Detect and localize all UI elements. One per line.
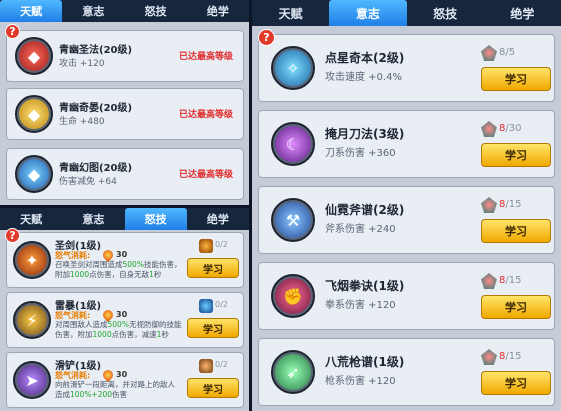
tab-will[interactable]: 意志 [62,0,124,22]
tab-rage[interactable]: 怒技 [124,208,187,230]
talent-name: 青幽圣法(20级) [59,45,133,56]
learn-button[interactable]: 学习 [481,143,551,167]
will-rune-icon [481,121,497,137]
slide-kick-icon: ➤ [13,361,51,399]
learn-button[interactable]: 学习 [187,378,239,398]
talent-desc: 生命 +480 [59,117,105,127]
learn-button[interactable]: 学习 [187,258,239,278]
thunder-storm-icon: ⚡ [13,301,51,339]
blue-gem-icon: ◆ [15,155,53,193]
rage-skill-panel: 天赋 意志 怒技 绝学 ? ✦ 圣剑(1级) 怒气消耗: 30 召唤圣剑对周围造… [0,208,249,411]
skill-name: 仙霓斧谱(2级) [325,203,405,217]
tab-talent[interactable]: 天赋 [0,0,63,22]
skill-desc: 斧系伤害 +240 [325,224,396,235]
tab-unique[interactable]: 绝学 [187,208,249,230]
fist-icon: ✊ [271,274,315,318]
rage-skill-card: ➤ 滑铲(1级) 怒气消耗: 30 向前滑铲一段距离，并对路上的敌人 造成100%… [6,352,244,408]
tab-talent[interactable]: 天赋 [252,0,329,26]
will-skill-card: ☾ 掩月刀法(3级) 刀系伤害 +360 8/30 学习 [258,110,555,178]
skill-desc: 刀系伤害 +360 [325,148,396,159]
max-level-label: 已达最高等级 [179,110,234,120]
rune-icon [199,299,213,313]
skill-desc: 枪系伤害 +120 [325,376,396,387]
will-rune-icon [481,45,497,61]
skill-desc: 拳系伤害 +120 [325,300,396,311]
will-skill-card: ➶ 八荒枪谱(1级) 枪系伤害 +120 8/15 学习 [258,338,555,406]
talent-name: 青幽幻图(20级) [59,163,133,174]
tab-rage[interactable]: 怒技 [125,0,187,22]
tab-bar: 天赋 意志 怒技 绝学 [0,208,249,230]
skill-cost: 8/15 [499,199,522,210]
talent-desc: 攻击 +120 [59,59,105,69]
skill-desc: 向前滑铲一段距离，并对路上的敌人 造成100%+200伤害 [55,380,175,399]
skill-cost: 0/2 [215,360,228,369]
will-skill-card: ✧ 点星奇本(2级) 攻击速度 +0.4% 8/5 学习 [258,34,555,102]
tab-will[interactable]: 意志 [329,0,407,26]
learn-button[interactable]: 学习 [187,318,239,338]
help-icon[interactable]: ? [5,24,20,39]
tab-unique[interactable]: 绝学 [484,0,561,26]
will-skill-card: ⚒ 仙霓斧谱(2级) 斧系伤害 +240 8/15 学习 [258,186,555,254]
learn-button[interactable]: 学习 [481,371,551,395]
talent-name: 青幽奇晏(20级) [59,103,133,114]
tab-talent[interactable]: 天赋 [0,208,62,230]
learn-button[interactable]: 学习 [481,67,551,91]
skill-name: 飞烟拳诀(1级) [325,279,405,293]
skill-cost: 0/2 [215,240,228,249]
skill-cost: 8/15 [499,351,522,362]
talent-desc: 伤害减免 +64 [59,177,117,187]
learn-button[interactable]: 学习 [481,295,551,319]
will-rune-icon [481,197,497,213]
skill-desc: 攻击速度 +0.4% [325,72,402,83]
tab-unique[interactable]: 绝学 [187,0,249,22]
skill-name: 八荒枪谱(1级) [325,355,405,369]
star-book-icon: ✧ [271,46,315,90]
rage-cost-value: 30 [116,370,128,379]
skill-cost: 8/30 [499,123,522,134]
skill-cost: 0/2 [215,300,228,309]
moon-blade-icon: ☾ [271,122,315,166]
rage-cost-value: 30 [116,310,128,319]
tab-rage[interactable]: 怒技 [407,0,484,26]
tab-bar: 天赋 意志 怒技 绝学 [0,0,249,22]
rage-skill-card: ⚡ 雷暴(1级) 怒气消耗: 30 对周围敌人造成500%无视防御的技能伤害，附… [6,292,244,348]
gold-gem-icon: ◆ [15,95,53,133]
help-icon[interactable]: ? [258,29,275,46]
skill-name: 点星奇本(2级) [325,51,405,65]
talent-card: ◆ 青幽圣法(20级) 攻击 +120 已达最高等级 [6,30,244,82]
spear-icon: ➶ [271,350,315,394]
max-level-label: 已达最高等级 [179,52,234,62]
skill-desc: 对周围敌人造成500%无视防御的技能伤害，附加1000点伤害，减速1秒 [55,320,182,339]
will-panel: 天赋 意志 怒技 绝学 ? ✧ 点星奇本(2级) 攻击速度 +0.4% 8/5 … [252,0,561,411]
skill-name: 掩月刀法(3级) [325,127,405,141]
holy-sword-icon: ✦ [13,241,51,279]
will-rune-icon [481,273,497,289]
rune-icon [199,239,213,253]
max-level-label: 已达最高等级 [179,170,234,180]
rage-cost-value: 30 [116,250,128,259]
talent-card: ◆ 青幽幻图(20级) 伤害减免 +64 已达最高等级 [6,148,244,200]
skill-cost: 8/15 [499,275,522,286]
will-rune-icon [481,349,497,365]
learn-button[interactable]: 学习 [481,219,551,243]
red-gem-icon: ◆ [15,37,53,75]
help-icon[interactable]: ? [5,228,20,243]
will-skill-card: ✊ 飞烟拳诀(1级) 拳系伤害 +120 8/15 学习 [258,262,555,330]
tab-bar: 天赋 意志 怒技 绝学 [252,0,561,26]
rune-icon [199,359,213,373]
axe-icon: ⚒ [271,198,315,242]
tab-will[interactable]: 意志 [62,208,124,230]
skill-desc: 召唤圣剑对周围造成500%技能伤害，附加1000点伤害，自身无敌1秒 [55,260,182,279]
talent-card: ◆ 青幽奇晏(20级) 生命 +480 已达最高等级 [6,88,244,140]
talent-panel: 天赋 意志 怒技 绝学 ? ◆ 青幽圣法(20级) 攻击 +120 已达最高等级… [0,0,249,205]
skill-cost: 8/5 [499,47,516,58]
rage-skill-card: ✦ 圣剑(1级) 怒气消耗: 30 召唤圣剑对周围造成500%技能伤害，附加10… [6,232,244,288]
